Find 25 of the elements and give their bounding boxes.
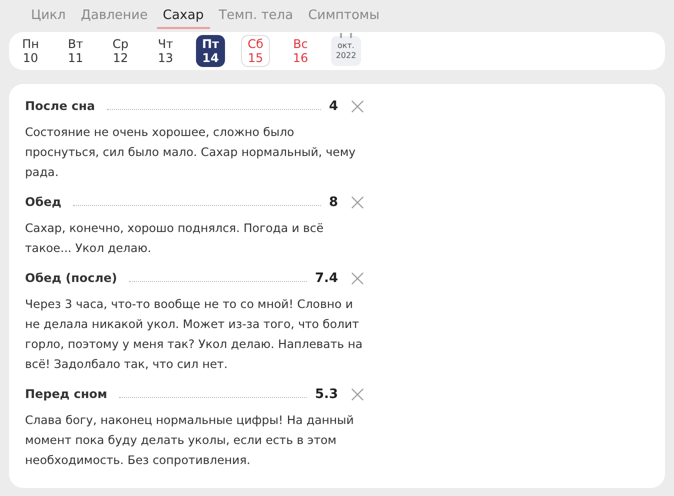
entry-note: Слава богу, наконец нормальные цифры! На данный момент пока буду делать уколы, если есть в этом необходимость. Без сопротивления.: [25, 412, 355, 469]
entry-title: Перед сном: [25, 387, 108, 401]
close-icon[interactable]: [350, 386, 365, 402]
day-button[interactable]: Вт 11: [61, 35, 90, 68]
close-icon[interactable]: [350, 270, 365, 286]
sugar-value: 4: [328, 98, 338, 114]
sugar-value: 8: [328, 194, 338, 210]
day-button[interactable]: Пн 10: [16, 35, 45, 68]
day-button[interactable]: Вс 16: [286, 35, 315, 68]
entry-note: Состояние не очень хорошее, сложно было проснуться, сил было мало. Сахар нормальный, чему рада.: [25, 124, 357, 181]
day-button[interactable]: Сб 15: [241, 35, 270, 68]
entry-title: После сна: [25, 99, 96, 113]
entry-note: Через 3 часа, что-то вообще не то со мной! Словно и не делала никакой укол. Может из-за того, что болит горло, поэтому у меня так? Укол делаю. Наплевать на всё! Задолбало так, что сил нет.: [25, 296, 364, 373]
day-button[interactable]: Ср 12: [106, 35, 135, 68]
calendar-button[interactable]: окт. 2022: [331, 36, 361, 66]
sugar-value: 7.4: [314, 270, 338, 286]
sugar-value: 5.3: [314, 386, 338, 402]
entry-title: Обед: [25, 195, 62, 209]
tab[interactable]: Сахар: [156, 3, 210, 29]
close-icon[interactable]: [350, 98, 365, 114]
day-button[interactable]: Пт 14: [196, 35, 225, 68]
entry-note: Сахар, конечно, хорошо поднялся. Погода и всё такое... Укол делаю.: [25, 220, 325, 257]
day-button[interactable]: Чт 13: [151, 35, 180, 68]
entry-title: Обед (после): [25, 271, 118, 285]
close-icon[interactable]: [350, 194, 365, 210]
